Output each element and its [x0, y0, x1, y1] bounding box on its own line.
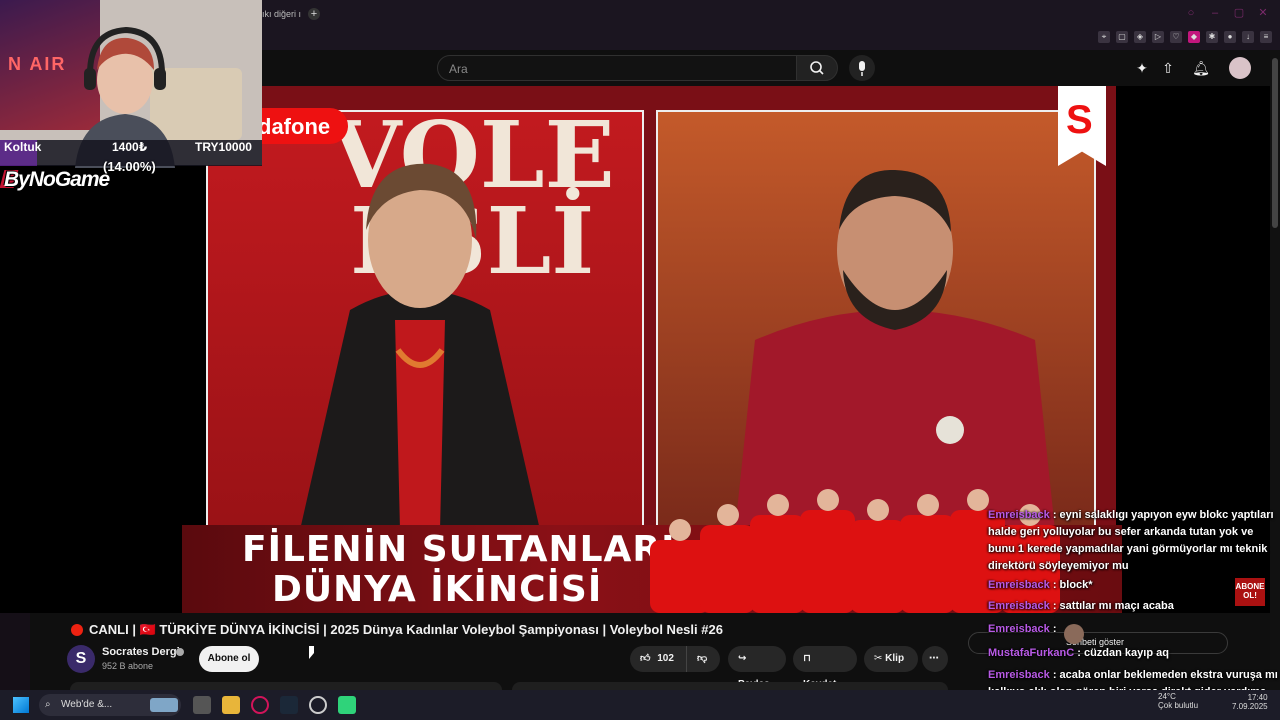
- like-count: 102: [657, 653, 674, 664]
- search-icon[interactable]: ○: [1184, 6, 1198, 20]
- donation-percent: (14.00%): [103, 159, 156, 174]
- account-avatar[interactable]: [1229, 57, 1251, 79]
- poster-text: N AIR: [8, 54, 67, 74]
- verified-icon: [176, 648, 184, 656]
- task-view-icon[interactable]: [193, 696, 211, 714]
- weather-widget[interactable]: 24°C Çok bulutlu: [1146, 692, 1198, 710]
- search-placeholder: Ara: [449, 62, 468, 76]
- banner-line1: FİLENİN SULTANLARI: [242, 529, 676, 570]
- donation-label: Koltuk: [4, 140, 42, 154]
- browser-tab-label[interactable]: ıkı diğeri ı: [262, 9, 301, 19]
- bookmark-icon: ⊓: [803, 653, 811, 664]
- create-icon[interactable]: ✦: [1133, 59, 1151, 77]
- chat-text: sattılar mı maçı acaba: [1059, 600, 1174, 612]
- notifications-icon[interactable]: 🔔︎: [1192, 59, 1210, 77]
- new-tab-button[interactable]: +: [308, 8, 320, 20]
- menu-icon[interactable]: ≡: [1260, 31, 1272, 43]
- clock-date: 7.09.2025: [1232, 702, 1268, 711]
- more-actions-button[interactable]: ⋯: [922, 646, 948, 672]
- chat-message: Emreisback :: [988, 623, 1057, 635]
- opera-gx-icon[interactable]: [251, 696, 269, 714]
- banner-line2: DÜNYA İKİNCİSİ: [272, 569, 603, 610]
- play-icon[interactable]: ▷: [1152, 31, 1164, 43]
- subscriber-count: 952 B abone: [102, 661, 154, 671]
- search-button[interactable]: [796, 55, 838, 81]
- dislike-button[interactable]: 👎︎: [686, 646, 720, 672]
- chat-overlay: Emreisback : eyni salaklıgı yapıyon eyw …: [982, 500, 1280, 720]
- save-button[interactable]: ⊓ Kaydet: [793, 646, 857, 690]
- clip-label: Klip: [885, 653, 905, 664]
- taskbar-search-text: Web'de &...: [61, 699, 113, 710]
- shield-icon[interactable]: ◈: [1134, 31, 1146, 43]
- donation-current: 1400₺: [112, 140, 148, 154]
- minimize-icon[interactable]: –: [1208, 6, 1222, 20]
- chat-nick: Emreisback: [988, 669, 1050, 681]
- chat-nick: Emreisback: [988, 623, 1050, 635]
- description-card[interactable]: [70, 682, 502, 690]
- chat-message: Emreisback : eyni salaklıgı yapıyon eyw …: [988, 509, 1274, 572]
- channel-avatar[interactable]: S: [67, 645, 95, 673]
- share-button[interactable]: ↪ Paylaş: [728, 646, 786, 690]
- donation-goal: TRY10000: [195, 140, 252, 154]
- sponsor-logo: dafone: [252, 108, 348, 144]
- extension-icon[interactable]: ◆: [1188, 31, 1200, 43]
- mouse-cursor-icon: [309, 646, 314, 659]
- window-controls: ○ – ▢ ✕: [1184, 6, 1270, 20]
- chat-nick: Emreisback: [988, 509, 1050, 521]
- puzzle-icon[interactable]: ✱: [1206, 31, 1218, 43]
- chat-message: MustafaFurkanC : cüzdan kayıp aq: [988, 647, 1169, 659]
- weather-temp: 24°C: [1158, 692, 1176, 701]
- microphone-icon: [859, 61, 865, 76]
- chat-message: Emreisback : sattılar mı maçı acaba: [988, 600, 1174, 612]
- live-indicator-icon: [71, 624, 83, 636]
- upload-icon[interactable]: ⇧: [1159, 59, 1177, 77]
- presenter-woman: [300, 163, 540, 530]
- scrollbar-thumb[interactable]: [1272, 58, 1278, 228]
- channel-name[interactable]: Socrates Dergi: [102, 646, 180, 658]
- search-highlight-image: [150, 698, 178, 712]
- weather-desc: Çok bulutlu: [1158, 701, 1199, 710]
- app-icon[interactable]: [338, 696, 356, 714]
- profile-icon[interactable]: ●: [1224, 31, 1236, 43]
- chat-message: Emreisback : block*: [988, 579, 1093, 591]
- windows-taskbar: [0, 690, 1280, 720]
- search-icon: ⌕: [45, 699, 51, 710]
- search-input[interactable]: Ara: [437, 55, 797, 81]
- taskbar-clock[interactable]: 17:40 7.09.2025: [1232, 693, 1268, 711]
- heart-icon[interactable]: ♡: [1170, 31, 1182, 43]
- scissors-icon: ✂: [874, 653, 883, 664]
- extensions-bar: ⌖ ▢ ◈ ▷ ♡ ◆ ✱ ● ↓ ≡: [1098, 30, 1272, 44]
- video-title: CANLI | 🇹🇷 TÜRKİYE DÜNYA İKİNCİSİ | 2025…: [89, 622, 723, 637]
- search-icon: [810, 61, 824, 75]
- chat-nick: MustafaFurkanC: [988, 647, 1075, 659]
- maximize-icon[interactable]: ▢: [1232, 6, 1246, 20]
- chat-nick: Emreisback: [988, 579, 1050, 591]
- clock-time: 17:40: [1247, 693, 1268, 702]
- chat-nick: Emreisback: [988, 600, 1050, 612]
- chatgpt-icon[interactable]: [309, 696, 327, 714]
- chat-text: block*: [1059, 579, 1093, 591]
- file-explorer-icon[interactable]: [222, 696, 240, 714]
- thumbs-up-icon: 👍︎: [640, 653, 651, 664]
- steam-icon[interactable]: [280, 696, 298, 714]
- voice-search-button[interactable]: [849, 55, 875, 81]
- clip-button[interactable]: ✂ Klip: [864, 646, 918, 672]
- subscribe-button[interactable]: Abone ol: [199, 646, 259, 672]
- brand-logo-text: ByNoGame: [4, 168, 110, 191]
- like-button[interactable]: 👍︎ 102: [630, 646, 686, 672]
- windows-start-icon[interactable]: [13, 697, 29, 713]
- screenshot-icon[interactable]: ▢: [1116, 31, 1128, 43]
- close-icon[interactable]: ✕: [1256, 6, 1270, 20]
- thumbs-down-icon: 👎︎: [697, 653, 708, 664]
- share-icon: ↪: [738, 653, 747, 664]
- banner-text: FİLENİN SULTANLARI DÜNYA İKİNCİSİ: [242, 530, 676, 610]
- chat-text: cüzdan kayıp aq: [1083, 647, 1169, 659]
- taskbar-search[interactable]: ⌕ Web'de &...: [39, 694, 181, 716]
- comments-card[interactable]: [512, 682, 948, 690]
- pin-icon[interactable]: ⌖: [1098, 31, 1110, 43]
- watermark-letter: S: [1066, 98, 1093, 142]
- download-icon[interactable]: ↓: [1242, 31, 1254, 43]
